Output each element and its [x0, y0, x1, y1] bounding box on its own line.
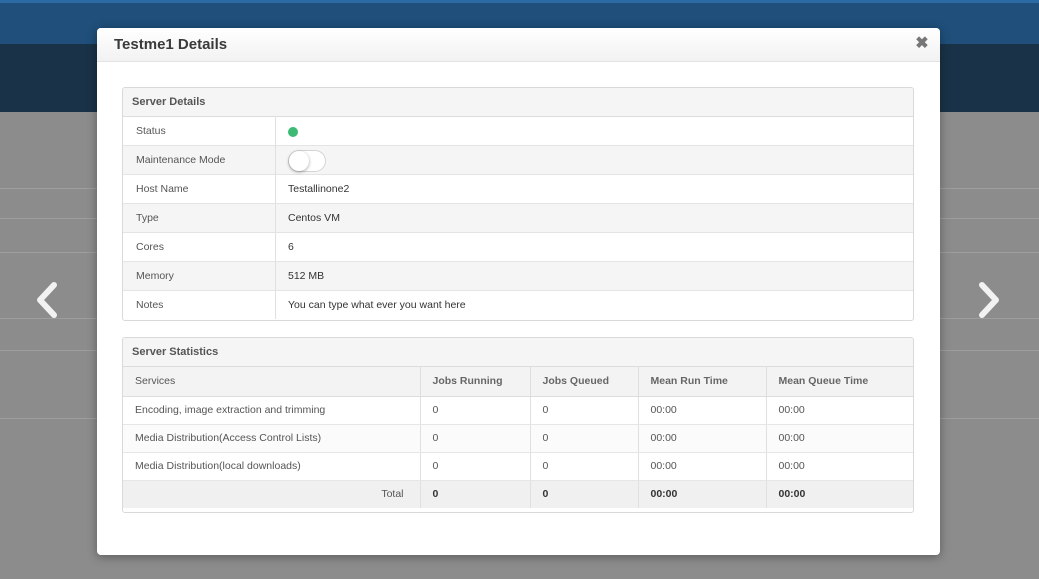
detail-label: Notes	[123, 291, 276, 319]
next-button[interactable]	[974, 280, 1004, 320]
detail-value: 512 MB	[288, 270, 325, 282]
table-cell: 0	[420, 480, 531, 508]
statistics-table: Services Jobs Running Jobs Queued Mean R…	[123, 367, 913, 508]
detail-value: 6	[288, 241, 294, 253]
panel-heading: Server Statistics	[123, 338, 913, 367]
detail-row-host-name: Host Name Testallinone2	[123, 175, 913, 204]
detail-row-type: Type Centos VM	[123, 204, 913, 233]
server-details-panel: Server Details Status Maintenance Mode H…	[122, 87, 914, 321]
table-cell: 0	[530, 424, 639, 453]
table-header-row: Services Jobs Running Jobs Queued Mean R…	[123, 367, 913, 397]
detail-row-status: Status	[123, 117, 913, 146]
detail-row-cores: Cores 6	[123, 233, 913, 262]
table-cell: Media Distribution(local downloads)	[123, 452, 421, 481]
detail-label: Host Name	[123, 175, 276, 203]
column-header: Mean Run Time	[638, 367, 767, 397]
table-cell: 00:00	[766, 480, 913, 508]
detail-value	[276, 117, 913, 145]
detail-row-notes: Notes You can type what ever you want he…	[123, 291, 913, 319]
detail-value	[276, 146, 913, 174]
detail-row-memory: Memory 512 MB	[123, 262, 913, 291]
table-cell: 00:00	[638, 452, 767, 481]
table-cell: 0	[530, 452, 639, 481]
status-dot-icon	[288, 127, 298, 137]
chevron-left-icon	[37, 282, 57, 318]
table-cell: 0	[530, 480, 639, 508]
total-label: Total	[123, 480, 421, 508]
panel-heading: Server Details	[123, 88, 913, 117]
detail-label: Status	[123, 117, 276, 145]
previous-button[interactable]	[32, 280, 62, 320]
detail-label: Memory	[123, 262, 276, 290]
chevron-right-icon	[979, 282, 999, 318]
modal-title: Testme1 Details	[114, 36, 228, 53]
maintenance-mode-toggle[interactable]	[288, 150, 326, 172]
detail-label: Cores	[123, 233, 276, 261]
table-cell: 00:00	[766, 452, 913, 481]
column-header: Jobs Running	[420, 367, 531, 397]
table-cell: 0	[420, 452, 531, 481]
table-cell: 00:00	[766, 424, 913, 453]
column-header: Services	[123, 367, 421, 397]
table-cell: 00:00	[638, 480, 767, 508]
column-header: Mean Queue Time	[766, 367, 913, 397]
server-statistics-panel: Server Statistics Services Jobs Running …	[122, 337, 914, 513]
toggle-knob	[289, 151, 309, 171]
detail-label: Maintenance Mode	[123, 146, 276, 174]
server-details-modal: Testme1 Details ✖ Server Details Status …	[97, 28, 940, 555]
table-cell: 00:00	[638, 396, 767, 425]
table-cell: 0	[420, 424, 531, 453]
detail-label: Type	[123, 204, 276, 232]
detail-value: You can type what ever you want here	[288, 299, 466, 311]
close-icon[interactable]: ✖	[914, 35, 930, 53]
table-row: Encoding, image extraction and trimming …	[123, 396, 913, 425]
table-cell: Encoding, image extraction and trimming	[123, 396, 421, 425]
column-header: Jobs Queued	[530, 367, 639, 397]
table-row: Media Distribution(local downloads) 0 0 …	[123, 452, 913, 481]
detail-row-maintenance-mode: Maintenance Mode	[123, 146, 913, 175]
table-cell: 0	[420, 396, 531, 425]
table-cell: 00:00	[766, 396, 913, 425]
detail-value: Testallinone2	[288, 183, 350, 195]
table-cell: 00:00	[638, 424, 767, 453]
modal-header: Testme1 Details ✖	[97, 28, 940, 62]
table-row: Media Distribution(Access Control Lists)…	[123, 424, 913, 453]
table-cell: 0	[530, 396, 639, 425]
app-top-accent	[0, 0, 1039, 3]
table-cell: Media Distribution(Access Control Lists)	[123, 424, 421, 453]
table-total-row: Total 0 0 00:00 00:00	[123, 480, 913, 508]
detail-value: Centos VM	[288, 212, 340, 224]
